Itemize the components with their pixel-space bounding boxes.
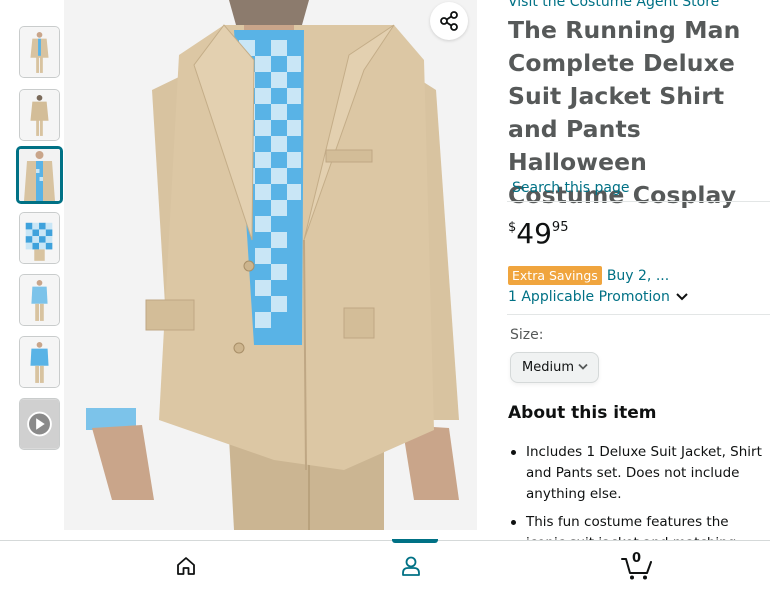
chevron-down-icon (676, 293, 688, 301)
cart-count: 0 (632, 551, 642, 566)
thumbnail-video[interactable] (19, 398, 60, 450)
price-fraction: 95 (551, 220, 569, 235)
about-this-item-heading: About this item (508, 403, 657, 423)
search-this-page-link[interactable]: Search this page (512, 180, 630, 196)
thumbnail-jacket-front[interactable] (19, 26, 60, 78)
price-whole: 49 (516, 217, 552, 250)
thumbnail-strip (0, 0, 70, 540)
bottom-nav: 0 (0, 539, 770, 589)
price: $4995 (508, 214, 568, 254)
size-selected-value: Medium (522, 360, 574, 375)
thumbnail-jacket-back[interactable] (19, 89, 60, 141)
about-bullet: Includes 1 Deluxe Suit Jacket, Shirt and… (508, 442, 770, 505)
thumbnail-jacket-closeup[interactable] (16, 146, 63, 204)
main-product-image[interactable] (64, 0, 477, 530)
account-icon (402, 556, 420, 576)
buy-2-link[interactable]: Buy 2, ... (607, 268, 669, 284)
share-icon (440, 11, 458, 31)
nav-home[interactable] (146, 541, 226, 589)
applicable-promotion-toggle[interactable]: 1 Applicable Promotion (508, 289, 688, 305)
divider (507, 314, 770, 315)
size-dropdown[interactable]: Medium (510, 352, 599, 383)
thumbnail-shirt-front[interactable] (19, 336, 60, 388)
share-button[interactable] (430, 2, 468, 40)
size-label: Size: (510, 327, 544, 343)
nav-cart[interactable]: 0 (597, 541, 677, 589)
extra-savings-badge: Extra Savings (508, 266, 602, 285)
divider (507, 201, 770, 202)
savings-row: Extra Savings Buy 2, ... (508, 265, 669, 286)
promotion-label: 1 Applicable Promotion (508, 289, 670, 305)
chevron-down-icon (578, 363, 588, 370)
price-symbol: $ (508, 220, 517, 235)
store-link[interactable]: Visit the Costume Agent Store (508, 0, 719, 10)
thumbnail-shirt-and-pants[interactable] (19, 274, 60, 326)
thumbnail-shirt-pattern[interactable] (19, 212, 60, 264)
home-icon (177, 556, 195, 575)
nav-account[interactable] (371, 541, 451, 589)
